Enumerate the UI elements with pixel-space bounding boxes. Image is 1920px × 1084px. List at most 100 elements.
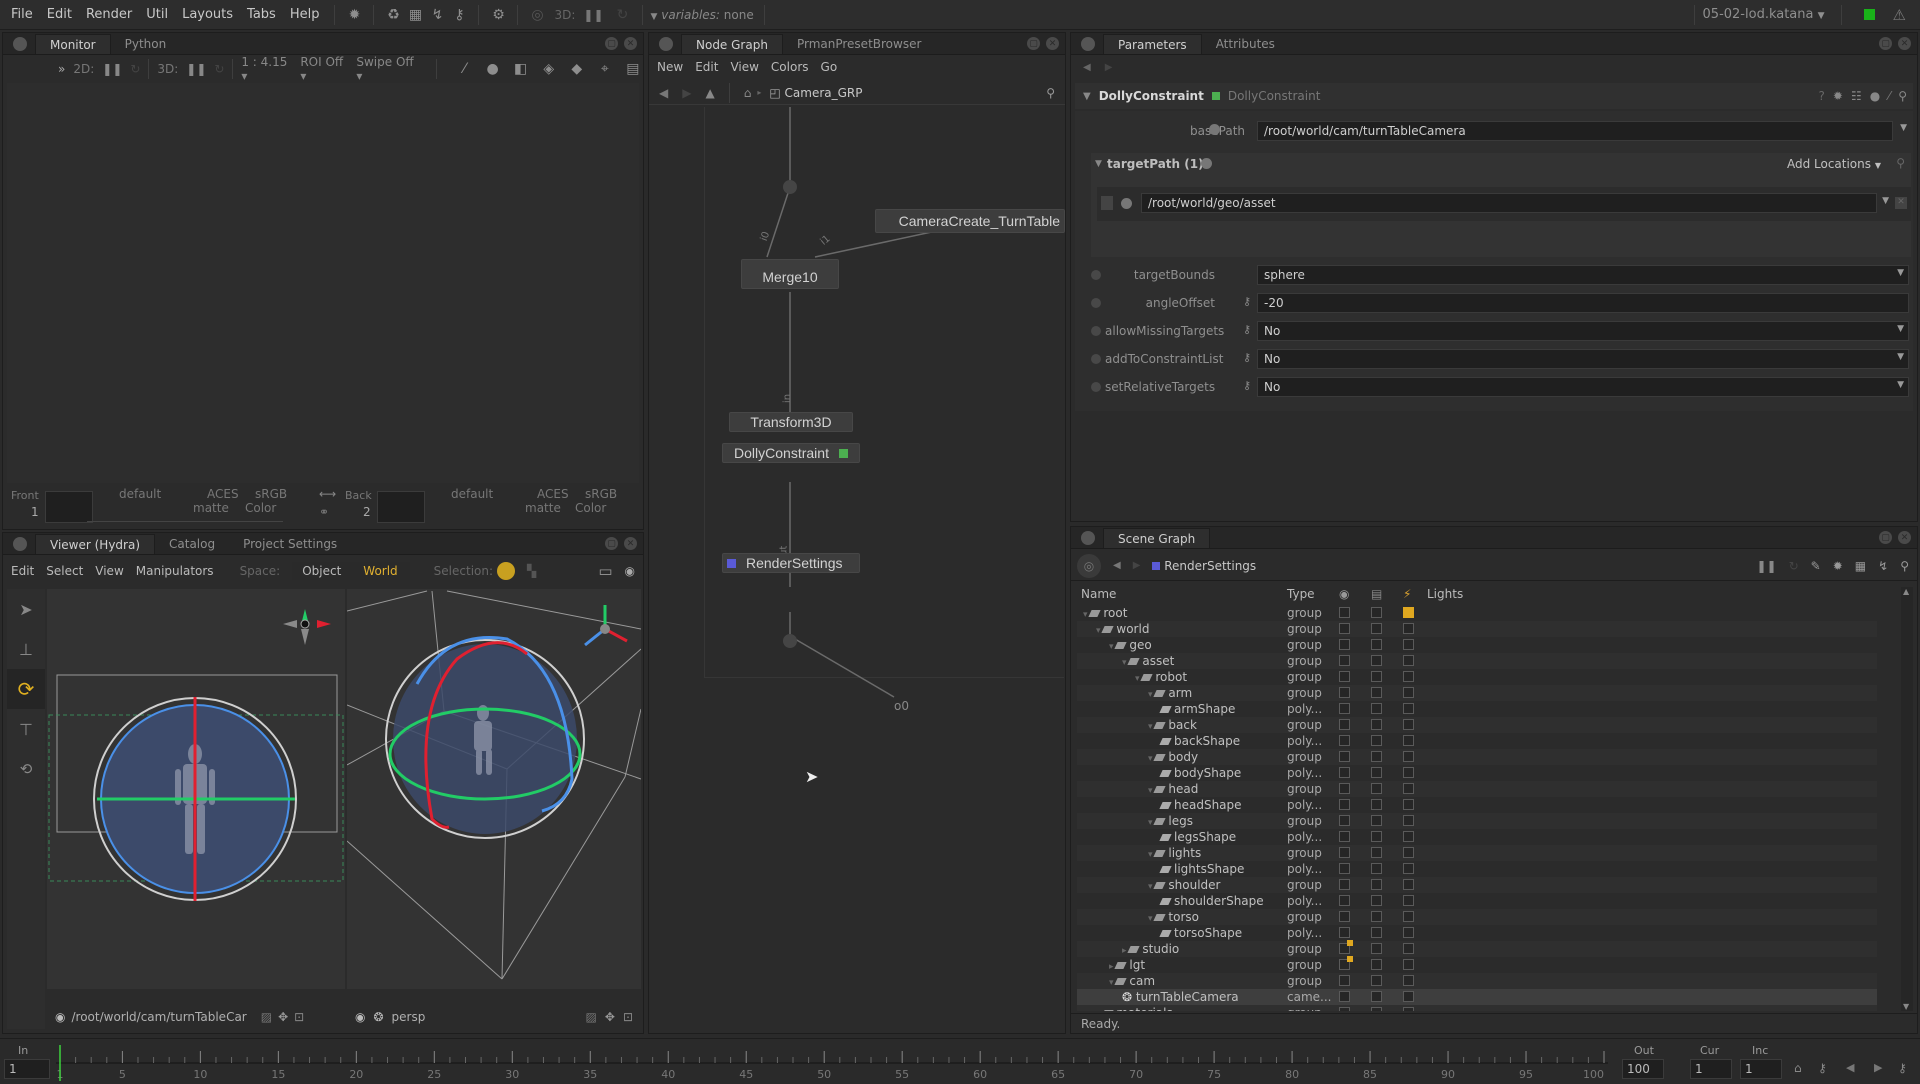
swap-icon[interactable]: ⟷ xyxy=(319,487,336,501)
scene-graph-row[interactable]: bodyShape poly... xyxy=(1077,765,1877,781)
reset-icon[interactable] xyxy=(1201,158,1212,169)
viewer-menu-edit[interactable]: Edit xyxy=(11,564,34,578)
visibility-checkbox[interactable] xyxy=(1339,815,1350,826)
scene-graph-row[interactable]: ▾ back group xyxy=(1077,717,1877,733)
search-icon[interactable]: ⚲ xyxy=(1900,559,1909,573)
menu-edit[interactable]: Edit xyxy=(40,7,79,22)
dot-node[interactable] xyxy=(783,180,797,194)
expand-arrow-icon[interactable]: ▸ xyxy=(1096,1010,1103,1011)
visibility-checkbox[interactable] xyxy=(1339,799,1350,810)
lights-checkbox[interactable] xyxy=(1403,975,1414,986)
targetpath-field[interactable]: /root/world/geo/asset xyxy=(1141,193,1877,213)
back-color-dropdown[interactable]: Color xyxy=(575,501,606,515)
visibility-checkbox[interactable] xyxy=(1339,751,1350,762)
lights-checkbox[interactable] xyxy=(1403,655,1414,666)
home-icon[interactable]: ⌂ xyxy=(744,86,752,100)
transform-tool-icon[interactable]: ⟲ xyxy=(7,749,45,789)
visibility-checkbox[interactable] xyxy=(1339,719,1350,730)
remove-item-icon[interactable]: ✕ xyxy=(1895,197,1907,209)
node-name[interactable]: DollyConstraint xyxy=(1099,89,1204,103)
comment-icon[interactable]: ● xyxy=(1870,89,1880,103)
step-forward-icon[interactable]: ▶ xyxy=(1874,1061,1882,1074)
stereo-icon[interactable]: ⊡ xyxy=(294,1010,304,1024)
back-colorspace-dropdown[interactable]: ACES xyxy=(537,487,569,501)
search-icon[interactable]: ⚲ xyxy=(1896,156,1905,170)
tab-monitor[interactable]: Monitor xyxy=(35,34,111,54)
variables-dropdown[interactable]: ▼ variables: none xyxy=(651,8,754,22)
tab-attributes[interactable]: Attributes xyxy=(1202,34,1289,54)
pin-icon[interactable] xyxy=(1081,531,1095,545)
scene-graph-row[interactable]: ▸ studio group xyxy=(1077,940,1877,957)
visibility-checkbox[interactable] xyxy=(1339,735,1350,746)
key-icon[interactable]: ⚷ xyxy=(448,4,470,26)
ng-menu-view[interactable]: View xyxy=(730,60,758,74)
pause-3d-button[interactable]: ❚❚ xyxy=(186,62,206,76)
scroll-up-icon[interactable]: ▲ xyxy=(1903,587,1909,596)
selection-object-icon[interactable] xyxy=(497,562,516,580)
camera-lock-icon[interactable]: ▨ xyxy=(586,1010,597,1024)
project-file-dropdown[interactable]: 05-02-lod.katana ▼ xyxy=(1703,7,1825,22)
visibility-checkbox[interactable] xyxy=(1339,975,1350,986)
render-checkbox[interactable] xyxy=(1371,959,1382,970)
scene-graph-row[interactable]: shoulderShape poly... xyxy=(1077,893,1877,909)
column-visibility-icon[interactable]: ◉ xyxy=(1339,587,1349,601)
render-checkbox[interactable] xyxy=(1371,831,1382,842)
render-checkbox[interactable] xyxy=(1371,927,1382,938)
front-colorspace-dropdown[interactable]: ACES xyxy=(207,487,239,501)
render-checkbox[interactable] xyxy=(1371,1007,1382,1011)
front-slider[interactable] xyxy=(87,521,283,522)
lights-checkbox[interactable] xyxy=(1403,959,1414,970)
lights-checkbox[interactable] xyxy=(1403,719,1414,730)
back-swatch[interactable] xyxy=(377,491,425,523)
close-icon[interactable]: ✕ xyxy=(624,37,637,50)
lights-checkbox[interactable] xyxy=(1403,815,1414,826)
visibility-checkbox[interactable] xyxy=(1339,623,1350,634)
render-checkbox[interactable] xyxy=(1371,671,1382,682)
column-lights-icon[interactable]: ⚡ xyxy=(1403,587,1411,601)
visibility-checkbox[interactable] xyxy=(1339,1007,1350,1011)
lights-checkbox[interactable] xyxy=(1403,703,1414,714)
scene-graph-row[interactable]: ▾ head group xyxy=(1077,781,1877,797)
basepath-field[interactable]: /root/world/cam/turnTableCamera xyxy=(1257,121,1893,141)
tab-python[interactable]: Python xyxy=(111,34,181,54)
in-frame-input[interactable]: 1 xyxy=(4,1059,50,1079)
visibility-checkbox[interactable] xyxy=(1339,831,1350,842)
lights-checkbox[interactable] xyxy=(1403,767,1414,778)
scroll-down-icon[interactable]: ▼ xyxy=(1903,1002,1909,1011)
front-swatch[interactable] xyxy=(45,491,93,523)
back-matte-dropdown[interactable]: matte xyxy=(525,501,561,515)
maximize-icon[interactable]: ▢ xyxy=(605,37,618,50)
render-checkbox[interactable] xyxy=(1371,703,1382,714)
visibility-checkbox[interactable] xyxy=(1339,607,1350,618)
visibility-checkbox[interactable] xyxy=(1339,911,1350,922)
maximize-icon[interactable]: ▢ xyxy=(1027,37,1040,50)
scene-graph-row[interactable]: headShape poly... xyxy=(1077,797,1877,813)
addtoconstraintlist-dropdown[interactable]: No ▼ xyxy=(1257,349,1909,369)
dot-node[interactable] xyxy=(783,634,797,648)
refresh-icon[interactable]: ↻ xyxy=(1789,559,1799,573)
scene-graph-row[interactable]: ❂ turnTableCamera came... xyxy=(1077,989,1877,1005)
render-clapper-icon[interactable]: ▦ xyxy=(404,4,426,26)
node-merge10[interactable]: Merge10 xyxy=(741,259,839,289)
lights-checkbox[interactable] xyxy=(1403,687,1414,698)
ng-menu-edit[interactable]: Edit xyxy=(695,60,718,74)
render-checkbox[interactable] xyxy=(1371,895,1382,906)
mask-icon[interactable]: ◈ xyxy=(539,58,559,80)
visibility-checkbox[interactable] xyxy=(1339,847,1350,858)
back-arrow-icon[interactable]: ◀ xyxy=(659,86,668,100)
refresh-3d-icon[interactable]: ↻ xyxy=(214,62,224,76)
pan-icon[interactable]: ✥ xyxy=(605,1010,615,1024)
roi-dropdown[interactable]: ROI Off ▾ xyxy=(300,55,348,83)
render-checkbox[interactable] xyxy=(1371,911,1382,922)
visibility-checkbox[interactable] xyxy=(1339,783,1350,794)
current-frame-input[interactable]: 1 xyxy=(1690,1059,1732,1079)
chevron-down-icon[interactable]: ▼ xyxy=(1882,196,1889,206)
visibility-checkbox[interactable] xyxy=(1339,687,1350,698)
lights-checkbox[interactable] xyxy=(1403,863,1414,874)
timeline-scrubber[interactable]: 1510152025303540455055606570758085909510… xyxy=(56,1045,1608,1081)
stereo-icon[interactable]: ⊡ xyxy=(623,1010,633,1024)
render-checkbox[interactable] xyxy=(1371,623,1382,634)
scene-graph-row[interactable]: lightsShape poly... xyxy=(1077,861,1877,877)
lights-checkbox[interactable] xyxy=(1403,831,1414,842)
tab-project-settings[interactable]: Project Settings xyxy=(229,534,351,554)
